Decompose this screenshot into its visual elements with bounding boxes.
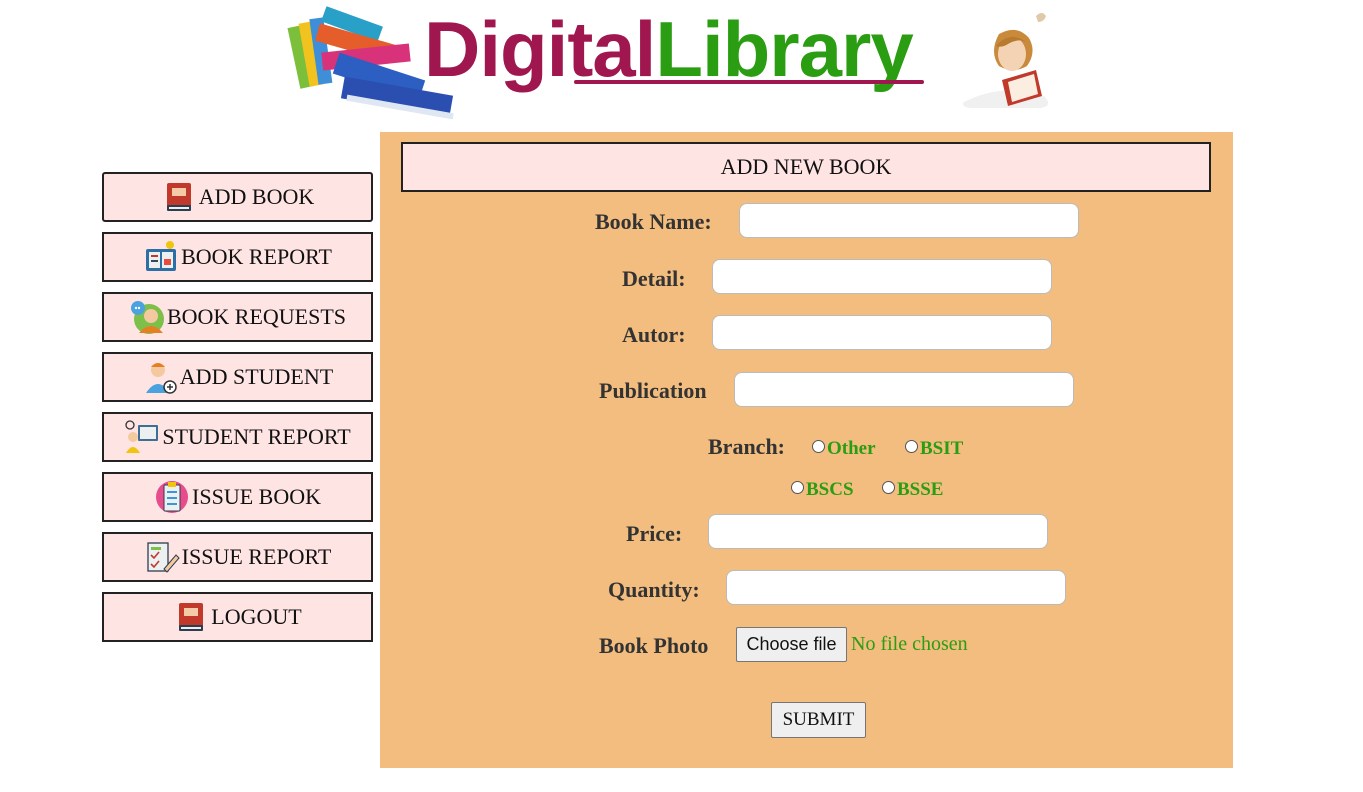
- price-label: Price:: [626, 521, 683, 546]
- sidebar-item-issue-report[interactable]: ISSUE REPORT: [102, 532, 373, 582]
- book-photo-label: Book Photo: [599, 633, 709, 658]
- logo-underline: [574, 80, 924, 84]
- detail-label: Detail:: [622, 266, 686, 291]
- radio-button[interactable]: [905, 439, 918, 453]
- branch-radio-bsse[interactable]: BSSE: [882, 476, 944, 500]
- radio-button[interactable]: [791, 480, 804, 494]
- header-banner: DigitalLibrary: [284, 4, 1064, 122]
- sidebar-item-label: ISSUE REPORT: [181, 544, 332, 569]
- branch-label: Branch:: [708, 434, 785, 459]
- add-book-panel: ADD NEW BOOK Book Name: Detail: Autor: P…: [380, 132, 1233, 768]
- book-name-input[interactable]: [739, 203, 1079, 238]
- reading-woman-icon: [962, 13, 1049, 108]
- publication-input[interactable]: [734, 372, 1074, 407]
- sidebar-item-book-report[interactable]: BOOK REPORT: [102, 232, 373, 282]
- author-label: Autor:: [622, 322, 686, 347]
- sidebar-item-label: ADD BOOK: [198, 184, 315, 209]
- author-input[interactable]: [712, 315, 1052, 350]
- radio-label: BSSE: [897, 479, 944, 500]
- publication-label: Publication: [599, 378, 707, 403]
- radio-button[interactable]: [812, 439, 825, 453]
- branch-radio-other[interactable]: Other: [812, 435, 876, 459]
- radio-button[interactable]: [882, 480, 895, 494]
- branch-radio-bscs[interactable]: BSCS: [791, 476, 854, 500]
- sidebar-item-label: LOGOUT: [211, 604, 302, 629]
- book-icon: [179, 603, 204, 631]
- form-title: ADD NEW BOOK: [401, 142, 1211, 192]
- choose-file-button[interactable]: Choose file: [736, 627, 847, 662]
- sidebar-item-issue-book[interactable]: ISSUE BOOK: [102, 472, 373, 522]
- sidebar-item-student-report[interactable]: STUDENT REPORT: [102, 412, 373, 462]
- chat-person-icon: [130, 301, 164, 334]
- sidebar-item-logout[interactable]: LOGOUT: [102, 592, 373, 642]
- issue-report-icon: [147, 542, 180, 573]
- file-status-text: No file chosen: [851, 633, 968, 655]
- quantity-input[interactable]: [726, 570, 1066, 605]
- sidebar-item-label: BOOK REPORT: [181, 244, 332, 269]
- sidebar-item-label: STUDENT REPORT: [162, 424, 351, 449]
- radio-label: BSCS: [806, 479, 854, 500]
- detail-input[interactable]: [712, 259, 1052, 294]
- radio-label: BSIT: [920, 438, 964, 459]
- sidebar-item-book-requests[interactable]: BOOK REQUESTS: [102, 292, 373, 342]
- add-student-icon: [145, 363, 177, 394]
- radio-label: Other: [827, 438, 876, 459]
- branch-radio-bsit[interactable]: BSIT: [905, 435, 964, 459]
- sidebar-item-label: BOOK REQUESTS: [166, 304, 347, 329]
- sidebar-item-label: ISSUE BOOK: [192, 484, 321, 509]
- student-report-icon: [125, 420, 159, 453]
- quantity-label: Quantity:: [608, 577, 700, 602]
- sidebar-item-add-student[interactable]: ADD STUDENT: [102, 352, 373, 402]
- clipboard-icon: [156, 481, 189, 513]
- report-icon: [146, 241, 177, 271]
- price-input[interactable]: [708, 514, 1048, 549]
- sidebar-item-label: ADD STUDENT: [179, 364, 334, 389]
- book-icon: [166, 183, 191, 211]
- book-name-label: Book Name:: [595, 209, 712, 234]
- site-logo: DigitalLibrary: [424, 0, 914, 104]
- sidebar-item-add-book[interactable]: ADD BOOK: [102, 172, 373, 222]
- submit-button[interactable]: SUBMIT: [771, 702, 866, 738]
